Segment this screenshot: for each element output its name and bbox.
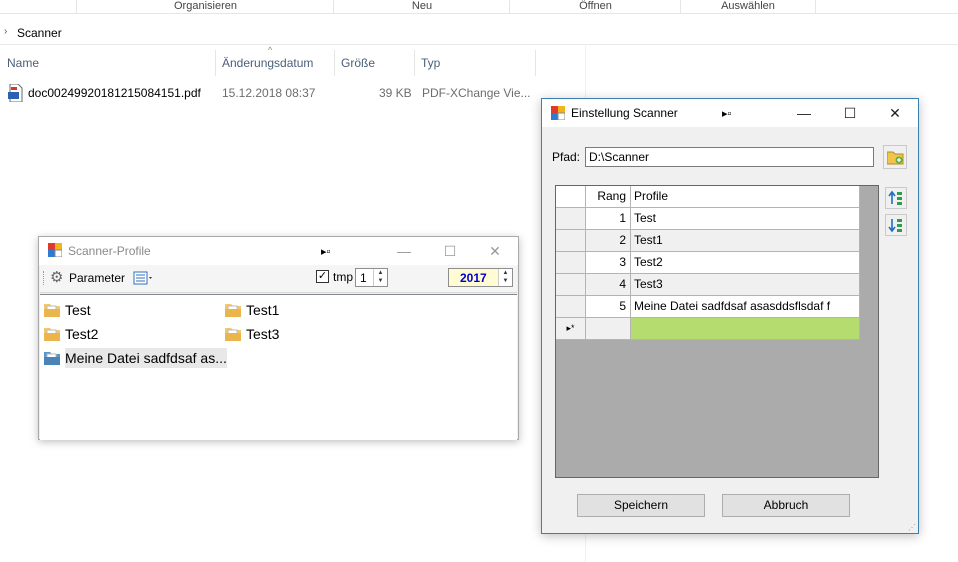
column-separator[interactable]: [535, 50, 536, 76]
cell-rang[interactable]: 5: [586, 296, 631, 318]
cancel-button[interactable]: Abbruch: [722, 494, 850, 517]
cell-rang[interactable]: 3: [586, 252, 631, 274]
view-menu-icon[interactable]: [133, 270, 155, 289]
minimize-button[interactable]: —: [781, 99, 827, 127]
toolbar: ⚙ Parameter ✓ tmp 1 ▲ ▼ 2017 ▲ ▼: [40, 265, 517, 293]
ribbon-group-organisieren[interactable]: Organisieren: [76, 0, 334, 13]
folder-icon: [225, 326, 241, 341]
file-type: PDF-XChange Vie...: [422, 86, 531, 100]
list-item-label: Test2: [65, 326, 99, 342]
new-row-profile-cell[interactable]: [631, 318, 860, 340]
ribbon-group-neu[interactable]: Neu: [333, 0, 510, 13]
breadcrumb[interactable]: Scanner: [17, 26, 62, 40]
folder-icon: [44, 302, 60, 317]
spinner-buttons[interactable]: ▲ ▼: [498, 269, 512, 286]
pin-icon[interactable]: ▸▫: [722, 107, 731, 120]
tmp-label: tmp: [333, 270, 354, 284]
row-header[interactable]: [556, 208, 586, 230]
sort-down-icon: [888, 217, 904, 236]
folder-icon: [44, 326, 60, 341]
folder-icon: [44, 350, 60, 365]
title-bar[interactable]: Scanner-Profile ▸▫ — ☐ ✕: [39, 237, 518, 265]
sort-up-icon: [888, 190, 904, 209]
column-header-rang[interactable]: Rang: [586, 186, 631, 208]
close-button[interactable]: ✕: [872, 99, 918, 127]
column-header-profile[interactable]: Profile: [631, 186, 860, 208]
row-header[interactable]: [556, 230, 586, 252]
ribbon-group-label: Auswählen: [721, 0, 775, 12]
spinner-buttons[interactable]: ▲ ▼: [373, 269, 387, 286]
path-field[interactable]: D:\Scanner: [585, 147, 874, 167]
row-header[interactable]: [556, 274, 586, 296]
move-down-button[interactable]: [885, 214, 907, 236]
maximize-button[interactable]: ☐: [427, 237, 473, 265]
tmp-checkbox[interactable]: ✓: [316, 270, 329, 283]
folder-add-icon: [886, 149, 904, 168]
ribbon-group-oeffnen[interactable]: Öffnen: [509, 0, 681, 13]
folder-icon: [225, 302, 241, 317]
maximize-button[interactable]: ☐: [827, 99, 873, 127]
path-label: Pfad:: [552, 150, 581, 164]
ribbon-group-label: Organisieren: [174, 0, 237, 12]
new-row-marker[interactable]: ▸*: [556, 318, 586, 340]
cell-profile[interactable]: Test: [631, 208, 860, 230]
toolbar-grip[interactable]: [43, 271, 46, 285]
gear-icon[interactable]: ⚙: [50, 270, 63, 286]
ribbon-group-label: Öffnen: [579, 0, 612, 12]
cell-rang[interactable]: 4: [586, 274, 631, 296]
tmp-spinner[interactable]: 1 ▲ ▼: [355, 268, 388, 287]
pin-icon[interactable]: ▸▫: [321, 245, 330, 258]
ribbon: Organisieren Neu Öffnen Auswählen: [0, 0, 958, 14]
profile-grid[interactable]: Rang Profile 1 Test 2 Test1 3 Test2 4 Te…: [555, 185, 879, 478]
list-item-label: Test1: [246, 302, 280, 318]
column-header-size[interactable]: Größe: [334, 50, 414, 76]
column-header-name[interactable]: Name: [0, 50, 215, 76]
app-icon: [48, 243, 63, 260]
cell-profile[interactable]: Meine Datei sadfdsaf asasddsflsdaf f: [631, 296, 860, 318]
scanner-profile-window: Scanner-Profile ▸▫ — ☐ ✕ ⚙ Parameter ✓ t…: [38, 236, 519, 440]
list-item-label: Test: [65, 302, 91, 318]
chevron-right-icon[interactable]: ›: [4, 26, 7, 37]
browse-folder-button[interactable]: [883, 145, 907, 169]
file-date: 15.12.2018 08:37: [222, 86, 316, 100]
year-value[interactable]: 2017: [460, 271, 487, 285]
row-header[interactable]: [556, 252, 586, 274]
row-header[interactable]: [556, 296, 586, 318]
file-name: doc00249920181215084151.pdf: [28, 86, 201, 100]
cell-profile[interactable]: Test2: [631, 252, 860, 274]
file-row[interactable]: doc00249920181215084151.pdf 15.12.2018 0…: [0, 83, 540, 103]
cell-rang[interactable]: 2: [586, 230, 631, 252]
list-item-label: Meine Datei sadfdsaf as...: [65, 348, 227, 368]
move-up-button[interactable]: [885, 187, 907, 209]
list-item-label: Test3: [246, 326, 280, 342]
title-bar[interactable]: Einstellung Scanner ▸▫ — ☐ ✕: [542, 99, 918, 127]
cell-profile[interactable]: Test1: [631, 230, 860, 252]
tmp-value[interactable]: 1: [360, 271, 367, 285]
cell-profile[interactable]: Test3: [631, 274, 860, 296]
column-header-type[interactable]: Typ: [414, 50, 534, 76]
file-size: 39 KB: [379, 86, 412, 100]
profile-list[interactable]: Test Test1 Test2 Test3 Meine Datei sadfd…: [40, 294, 517, 440]
close-button[interactable]: ✕: [472, 237, 518, 265]
grid-corner: [556, 186, 586, 208]
cell-rang[interactable]: 1: [586, 208, 631, 230]
app-icon: [551, 106, 566, 123]
new-row-rang-cell[interactable]: [586, 318, 631, 340]
ribbon-group-auswaehlen[interactable]: Auswählen: [680, 0, 816, 13]
parameter-button[interactable]: Parameter: [69, 271, 125, 285]
minimize-button[interactable]: —: [381, 237, 427, 265]
year-spinner[interactable]: 2017 ▲ ▼: [448, 268, 513, 287]
column-header-date[interactable]: Änderungsdatum: [215, 50, 335, 76]
window-title: Einstellung Scanner: [571, 106, 678, 120]
window-title: Scanner-Profile: [68, 244, 151, 258]
settings-window: Einstellung Scanner ▸▫ — ☐ ✕ Pfad: D:\Sc…: [541, 98, 919, 534]
pdf-file-icon: [8, 83, 24, 105]
ribbon-group-label: Neu: [411, 0, 433, 12]
resize-grip-icon[interactable]: ⋰: [908, 523, 916, 532]
save-button[interactable]: Speichern: [577, 494, 705, 517]
address-bar[interactable]: › Scanner: [0, 22, 958, 45]
